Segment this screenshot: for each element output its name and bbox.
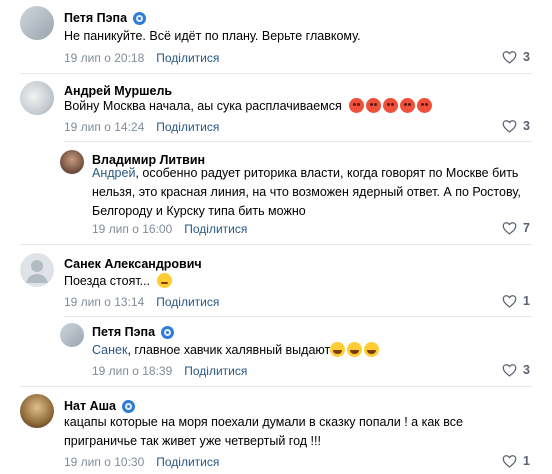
comment-text-content: Не паникуйте. Всё идёт по плану. Верьте … <box>64 29 361 43</box>
heart-icon <box>502 51 517 64</box>
author-name[interactable]: Санек Александрович <box>64 257 202 271</box>
share-link[interactable]: Поділитися <box>156 120 219 134</box>
avatar[interactable] <box>20 81 54 115</box>
verified-badge-icon <box>121 399 135 413</box>
divider <box>20 244 532 245</box>
comment-text: Не паникуйте. Всё идёт по плану. Верьте … <box>64 27 504 46</box>
author-name[interactable]: Петя Пэпа <box>92 325 155 339</box>
like-count: 3 <box>523 119 530 133</box>
comment-text-content: , особенно радует риторика власти, когда… <box>92 166 521 218</box>
like-button[interactable]: 1 <box>502 294 530 308</box>
heart-icon <box>502 222 517 235</box>
default-avatar-icon <box>26 260 48 283</box>
pensive-face-icon <box>156 273 172 288</box>
share-link[interactable]: Поділитися <box>184 364 247 378</box>
like-count: 1 <box>523 294 530 308</box>
avatar[interactable] <box>20 394 54 428</box>
comment-text-content: Войну Москва начала, аы сука расплачивае… <box>64 99 342 113</box>
share-link[interactable]: Поділитися <box>156 51 219 65</box>
comment-meta: 19 лип о 10:30 Поділитися <box>64 455 219 469</box>
comment-author[interactable]: Нат Аша <box>64 399 135 413</box>
author-name[interactable]: Нат Аша <box>64 399 116 413</box>
laughing-face-icon <box>347 342 363 357</box>
comment-meta: 19 лип о 13:14 Поділитися <box>64 295 219 309</box>
comment-date[interactable]: 19 лип о 16:00 <box>92 222 172 236</box>
comment-meta: 19 лип о 18:39 Поділитися <box>92 364 247 378</box>
like-button[interactable]: 7 <box>502 221 530 235</box>
like-button[interactable]: 3 <box>502 50 530 64</box>
share-link[interactable]: Поділитися <box>156 455 219 469</box>
verified-badge-icon <box>161 325 175 339</box>
avatar[interactable] <box>60 323 84 347</box>
like-count: 3 <box>523 50 530 64</box>
like-button[interactable]: 3 <box>502 119 530 133</box>
heart-icon <box>502 295 517 308</box>
author-name[interactable]: Петя Пэпа <box>64 11 127 25</box>
angry-face-icon <box>400 98 416 113</box>
comment-author[interactable]: Санек Александрович <box>64 257 202 271</box>
comment-text: Войну Москва начала, аы сука расплачивае… <box>64 97 504 116</box>
divider <box>20 386 532 387</box>
avatar[interactable] <box>60 150 84 174</box>
share-link[interactable]: Поділитися <box>156 295 219 309</box>
like-button[interactable]: 3 <box>502 363 530 377</box>
comment-text: Санек, главное хавчик халявный выдают <box>92 341 532 360</box>
comment-author[interactable]: Андрей Муршель <box>64 84 172 98</box>
angry-face-icon <box>349 98 365 113</box>
heart-icon <box>502 120 517 133</box>
divider <box>64 141 532 142</box>
heart-icon <box>502 455 517 468</box>
avatar[interactable] <box>20 6 54 40</box>
comment-text: Андрей, особенно радует риторика власти,… <box>92 164 532 221</box>
comment-meta: 19 лип о 20:18 Поділитися <box>64 51 219 65</box>
angry-face-icon <box>366 98 382 113</box>
verified-badge-icon <box>133 11 147 25</box>
comment-date[interactable]: 19 лип о 14:24 <box>64 120 144 134</box>
like-button[interactable]: 1 <box>502 454 530 468</box>
laughing-face-icon <box>330 342 346 357</box>
like-count: 7 <box>523 221 530 235</box>
comment-date[interactable]: 19 лип о 18:39 <box>92 364 172 378</box>
divider <box>20 73 532 74</box>
heart-icon <box>502 364 517 377</box>
comment-text-content: кацапы которые на моря поехали думали в … <box>64 415 463 448</box>
angry-face-icon <box>383 98 399 113</box>
mention-link[interactable]: Андрей <box>92 166 135 180</box>
comment-text-content: Поезда стоят... <box>64 274 151 288</box>
laughing-face-icon <box>364 342 380 357</box>
angry-face-icon <box>417 98 433 113</box>
comment-meta: 19 лип о 16:00 Поділитися <box>92 222 247 236</box>
share-link[interactable]: Поділитися <box>184 222 247 236</box>
mention-link[interactable]: Санек <box>92 343 127 357</box>
divider <box>64 316 532 317</box>
comment-meta: 19 лип о 14:24 Поділитися <box>64 120 219 134</box>
comment-text-content: , главное хавчик халявный выдают <box>127 343 331 357</box>
like-count: 3 <box>523 363 530 377</box>
comment-date[interactable]: 19 лип о 20:18 <box>64 51 144 65</box>
comment-text: Поезда стоят... <box>64 272 504 291</box>
author-name[interactable]: Андрей Муршель <box>64 84 172 98</box>
comment-date[interactable]: 19 лип о 13:14 <box>64 295 144 309</box>
like-count: 1 <box>523 454 530 468</box>
avatar[interactable] <box>20 253 54 287</box>
comment-text: кацапы которые на моря поехали думали в … <box>64 413 504 451</box>
comment-date[interactable]: 19 лип о 10:30 <box>64 455 144 469</box>
comment-author[interactable]: Петя Пэпа <box>64 11 147 25</box>
comment-author[interactable]: Петя Пэпа <box>92 325 175 339</box>
